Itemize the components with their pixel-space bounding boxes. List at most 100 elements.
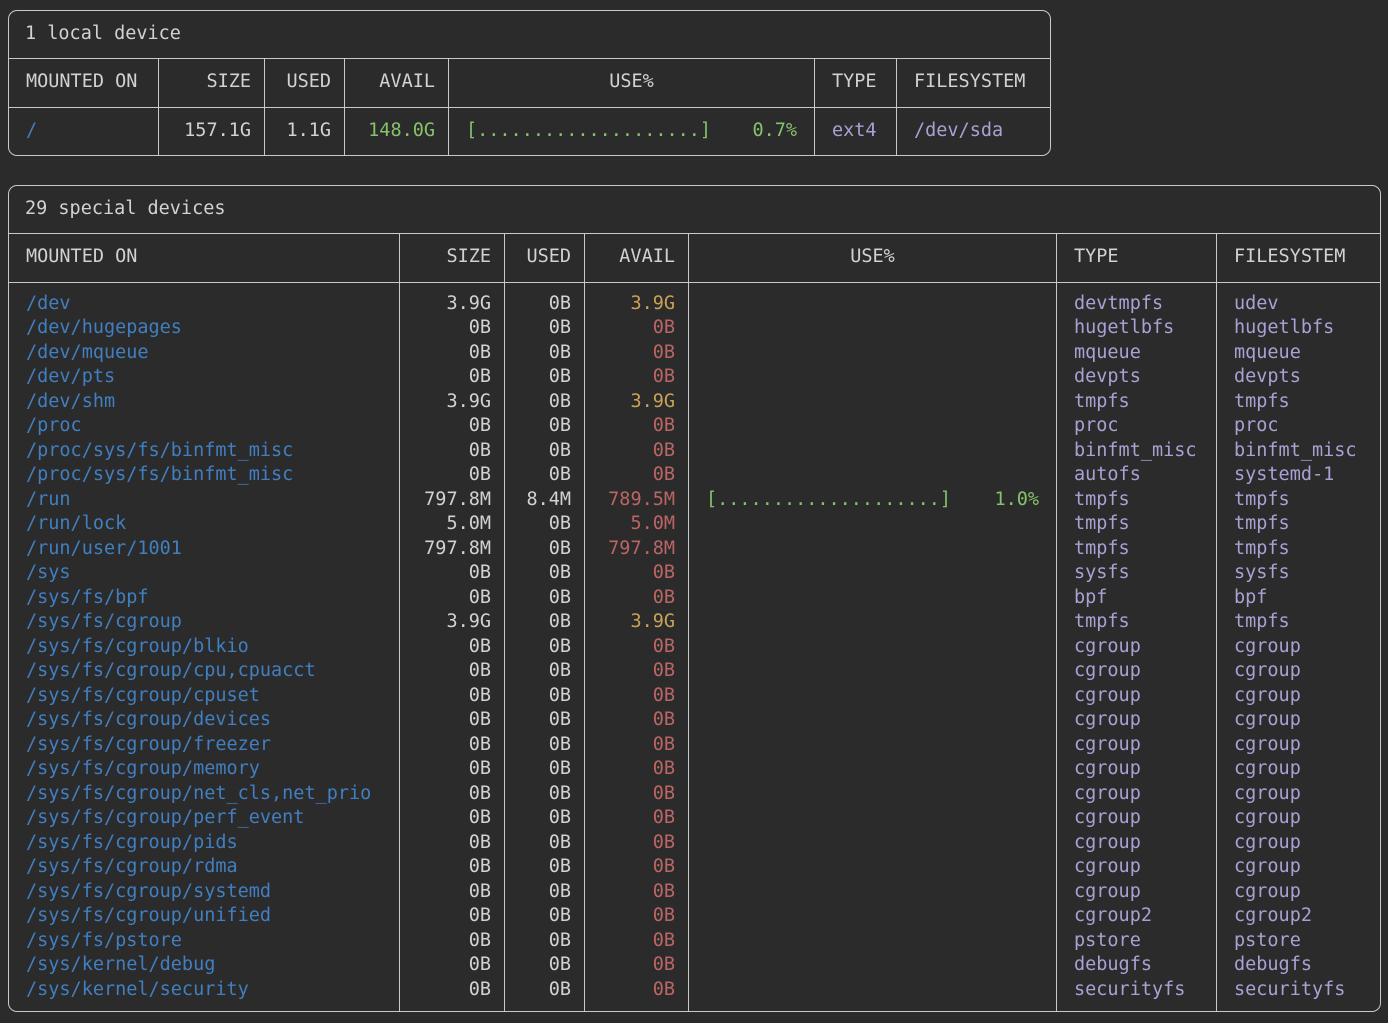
avail-cell: 0B [585,365,688,390]
use-percent-cell [689,586,1056,611]
column-type: devtmpfshugetlbfsmqueuedevptstmpfsprocbi… [1056,283,1216,1012]
filesystem-cell: devpts [1217,365,1379,390]
mounted-on-cell: / [9,119,158,144]
use-percent-cell [689,316,1056,341]
type-cell: debugfs [1057,953,1216,978]
use-percent-cell [689,782,1056,807]
avail-cell: 0B [585,953,688,978]
mounted-on-cell: /sys/fs/cgroup/pids [9,831,399,856]
avail-cell: 0B [585,561,688,586]
size-cell: 5.0M [400,512,504,537]
special-devices-title: 29 special devices [9,186,1380,234]
terminal-output: 1 local device MOUNTED ONSIZEUSEDAVAILUS… [0,0,1388,1022]
size-cell: 0B [400,365,504,390]
avail-cell: 0B [585,733,688,758]
size-cell: 0B [400,904,504,929]
use-percent-cell [689,831,1056,856]
size-cell: 0B [400,953,504,978]
type-cell: tmpfs [1057,390,1216,415]
mounted-on-cell: /sys/fs/cgroup/rdma [9,855,399,880]
mounted-on-cell: /sys/kernel/debug [9,953,399,978]
mounted-on-cell: /sys/fs/cgroup [9,610,399,635]
used-cell: 0B [505,733,584,758]
mounted-on-cell: /dev/hugepages [9,316,399,341]
mounted-on-cell: /dev [9,292,399,317]
filesystem-cell: bpf [1217,586,1379,611]
avail-cell: 148.0G [345,119,448,144]
type-cell: cgroup [1057,855,1216,880]
column-use: [....................]0.7% [448,108,814,155]
mounted-on-cell: /proc/sys/fs/binfmt_misc [9,439,399,464]
type-cell: tmpfs [1057,610,1216,635]
mounted-on-cell: /sys/fs/cgroup/cpu,cpuacct [9,659,399,684]
avail-cell: 0B [585,439,688,464]
use-percent-cell [689,463,1056,488]
type-cell: cgroup [1057,880,1216,905]
filesystem-cell: udev [1217,292,1379,317]
mounted-on-cell: /sys/fs/cgroup/systemd [9,880,399,905]
use-percent-cell [689,880,1056,905]
used-cell: 0B [505,635,584,660]
type-cell: cgroup [1057,757,1216,782]
type-cell: sysfs [1057,561,1216,586]
filesystem-cell: sysfs [1217,561,1379,586]
used-cell: 0B [505,929,584,954]
used-cell: 0B [505,292,584,317]
size-cell: 0B [400,831,504,856]
size-cell: 0B [400,782,504,807]
use-percent-cell [689,292,1056,317]
avail-cell: 0B [585,316,688,341]
header-mounted-on: MOUNTED ON [9,234,399,282]
usage-bar: [....................] [466,119,711,144]
used-cell: 0B [505,561,584,586]
type-cell: proc [1057,414,1216,439]
mounted-on-cell: /sys/fs/bpf [9,586,399,611]
size-cell: 0B [400,463,504,488]
type-cell: tmpfs [1057,512,1216,537]
avail-cell: 0B [585,708,688,733]
use-percent-cell [689,708,1056,733]
column-size: 157.1G [158,108,264,155]
use-percent-cell [689,439,1056,464]
use-percent-cell: [....................]1.0% [689,488,1056,513]
column-mounted-on: / [9,108,158,155]
size-cell: 0B [400,635,504,660]
used-cell: 0B [505,757,584,782]
used-cell: 0B [505,365,584,390]
header-size: SIZE [158,59,264,107]
mounted-on-cell: /run/user/1001 [9,537,399,562]
filesystem-cell: debugfs [1217,953,1379,978]
use-percent-cell [689,561,1056,586]
header-used: USED [504,234,584,282]
filesystem-cell: tmpfs [1217,537,1379,562]
use-percent-cell: [....................]0.7% [449,119,814,144]
avail-cell: 5.0M [585,512,688,537]
used-cell: 8.4M [505,488,584,513]
size-cell: 0B [400,708,504,733]
used-cell: 0B [505,855,584,880]
mounted-on-cell: /proc/sys/fs/binfmt_misc [9,463,399,488]
avail-cell: 0B [585,414,688,439]
local-devices-title: 1 local device [9,11,1050,59]
filesystem-cell: cgroup [1217,806,1379,831]
size-cell: 0B [400,806,504,831]
size-cell: 0B [400,414,504,439]
type-cell: cgroup [1057,806,1216,831]
column-filesystem: /dev/sda [896,108,1049,155]
used-cell: 1.1G [265,119,344,144]
mounted-on-cell: /proc [9,414,399,439]
used-cell: 0B [505,953,584,978]
avail-cell: 3.9G [585,390,688,415]
avail-cell: 0B [585,855,688,880]
column-avail: 3.9G0B0B0B3.9G0B0B0B789.5M5.0M797.8M0B0B… [584,283,688,1012]
size-cell: 3.9G [400,390,504,415]
avail-cell: 0B [585,586,688,611]
size-cell: 0B [400,439,504,464]
column-used: 1.1G [264,108,344,155]
use-percent-cell [689,757,1056,782]
local-devices-header-row: MOUNTED ONSIZEUSEDAVAILUSE%TYPEFILESYSTE… [9,59,1050,108]
special-devices-header-row: MOUNTED ONSIZEUSEDAVAILUSE%TYPEFILESYSTE… [9,234,1380,283]
type-cell: cgroup [1057,659,1216,684]
used-cell: 0B [505,390,584,415]
column-used: 0B0B0B0B0B0B0B0B8.4M0B0B0B0B0B0B0B0B0B0B… [504,283,584,1012]
